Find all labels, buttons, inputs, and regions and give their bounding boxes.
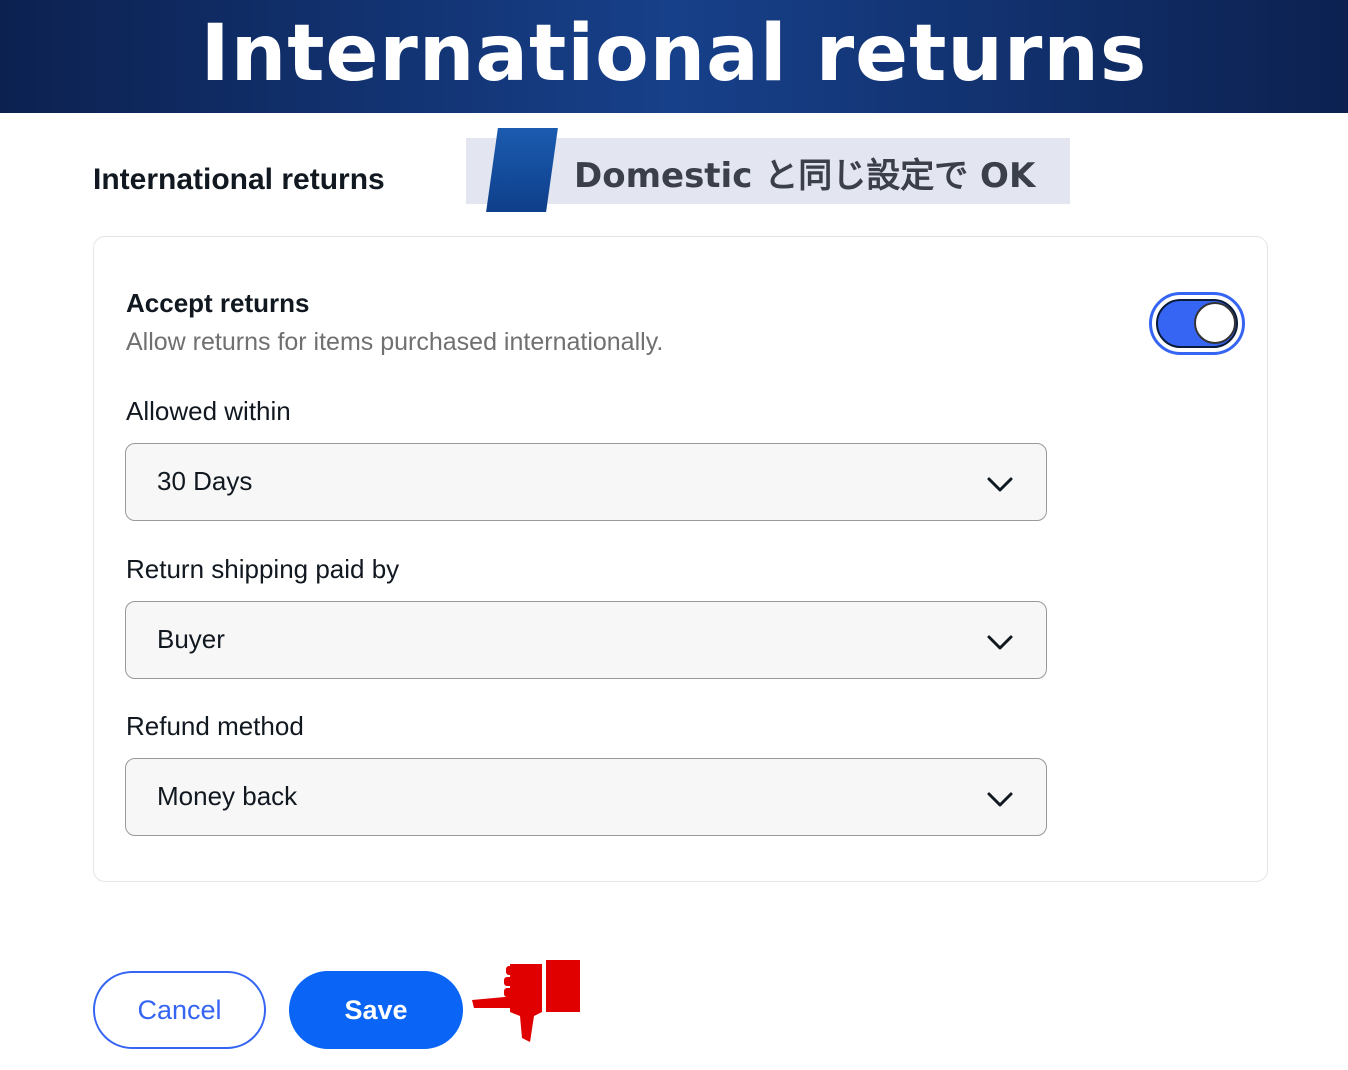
save-button[interactable]: Save — [289, 971, 463, 1049]
allowed-within-label: Allowed within — [126, 396, 291, 426]
accept-returns-description: Allow returns for items purchased intern… — [126, 328, 664, 356]
annotation-stripe — [486, 128, 558, 212]
allowed-within-value: 30 Days — [157, 466, 253, 496]
header-banner: International returns — [0, 0, 1348, 113]
section-title: International returns — [93, 163, 385, 196]
refund-method-value: Money back — [157, 781, 298, 811]
return-shipping-value: Buyer — [157, 624, 225, 654]
cancel-button[interactable]: Cancel — [93, 971, 266, 1049]
accept-returns-label: Accept returns — [126, 288, 310, 318]
refund-method-label: Refund method — [126, 711, 304, 741]
refund-method-select[interactable]: Money back — [125, 758, 1047, 836]
return-shipping-select[interactable]: Buyer — [125, 601, 1047, 679]
accept-returns-toggle[interactable] — [1149, 292, 1245, 355]
pointing-hand-icon — [472, 960, 580, 1042]
annotation-text: Domestic と同じ設定で OK — [574, 156, 1036, 196]
allowed-within-select[interactable]: 30 Days — [125, 443, 1047, 521]
toggle-knob — [1194, 302, 1236, 344]
chevron-down-icon — [987, 477, 1013, 492]
return-shipping-label: Return shipping paid by — [126, 554, 400, 584]
banner-title: International returns — [200, 9, 1148, 99]
chevron-down-icon — [987, 792, 1013, 807]
chevron-down-icon — [987, 635, 1013, 650]
